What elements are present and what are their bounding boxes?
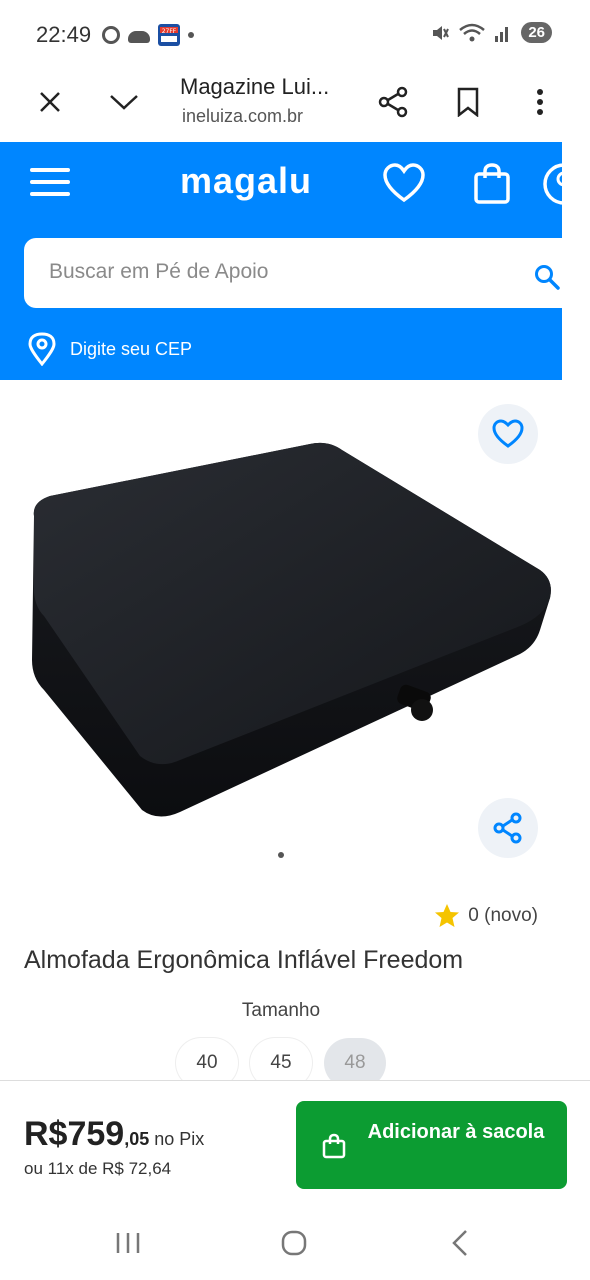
magalu-logo[interactable]: magalu	[180, 160, 312, 202]
site-header: magalu Buscar em Pé de Apoio Digite seu …	[0, 142, 590, 380]
status-time: 22:49	[36, 22, 92, 47]
svg-text:27FF: 27FF	[162, 28, 177, 35]
location-pin-icon	[28, 332, 56, 366]
purchase-bar: R$759,05 no Pix ou 11x de R$ 72,64 Adici…	[0, 1080, 590, 1206]
page-title: Magazine Lui...	[180, 74, 330, 99]
search-placeholder: Buscar em Pé de Apoio	[49, 260, 269, 283]
share-icon	[493, 812, 522, 844]
price: R$759,05 no Pix	[24, 1115, 204, 1154]
home-icon[interactable]	[274, 1228, 314, 1258]
recent-apps-icon[interactable]	[108, 1228, 148, 1258]
share-icon[interactable]	[376, 84, 412, 120]
carousel-dot[interactable]	[278, 852, 284, 858]
bookmark-icon[interactable]	[450, 84, 486, 120]
status-icons-right: 26	[431, 22, 552, 43]
app-notification-icon: 27FF	[158, 24, 180, 46]
cloud-icon	[128, 31, 150, 43]
user-icon[interactable]	[542, 162, 586, 206]
price-cents: ,05	[124, 1129, 150, 1149]
bag-icon	[322, 1133, 346, 1159]
heart-icon	[492, 419, 524, 448]
search-input[interactable]: Buscar em Pé de Apoio	[24, 238, 590, 308]
add-to-bag-label: Adicionar à sacola	[367, 1121, 545, 1143]
rating-text: 0 (novo)	[468, 905, 538, 926]
signal-icon	[495, 26, 509, 42]
system-nav-bar	[0, 1206, 590, 1280]
more-options-icon[interactable]	[522, 84, 558, 120]
product-title: Almofada Ergonômica Inflável Freedom	[24, 946, 464, 974]
heart-icon[interactable]	[382, 162, 426, 206]
price-integer: R$759	[24, 1115, 125, 1153]
browser-toolbar: Magazine Lui... ineluiza.com.br	[0, 66, 590, 142]
wifi-icon	[459, 23, 486, 41]
notification-dot-icon	[188, 32, 194, 38]
chevron-down-icon[interactable]	[106, 84, 142, 120]
share-product-button[interactable]	[478, 798, 538, 858]
price-suffix: no Pix	[149, 1129, 205, 1149]
menu-icon[interactable]	[30, 168, 70, 196]
cep-text: Digite seu CEP	[70, 338, 193, 359]
product-rating[interactable]: 0 (novo)	[434, 903, 538, 929]
bag-icon[interactable]	[470, 162, 514, 206]
mute-icon	[433, 25, 450, 40]
cep-link[interactable]: Digite seu CEP	[28, 332, 192, 366]
status-icons-left: 27FF	[102, 24, 194, 46]
size-label: Tamanho	[241, 1000, 321, 1021]
product-image[interactable]	[20, 420, 560, 840]
status-bar: 22:49 27FF 26	[0, 0, 590, 66]
search-icon[interactable]	[534, 264, 560, 290]
installments-text: ou 11x de R$ 72,64	[24, 1159, 172, 1178]
star-icon	[435, 904, 460, 927]
chrome-icon	[102, 26, 120, 44]
add-to-bag-button[interactable]: Adicionar à sacola	[296, 1101, 567, 1189]
favorite-button[interactable]	[478, 404, 538, 464]
back-icon[interactable]	[440, 1228, 480, 1258]
battery-icon: 26	[521, 22, 552, 43]
page-url[interactable]: ineluiza.com.br	[182, 106, 303, 127]
close-icon[interactable]	[32, 84, 68, 120]
